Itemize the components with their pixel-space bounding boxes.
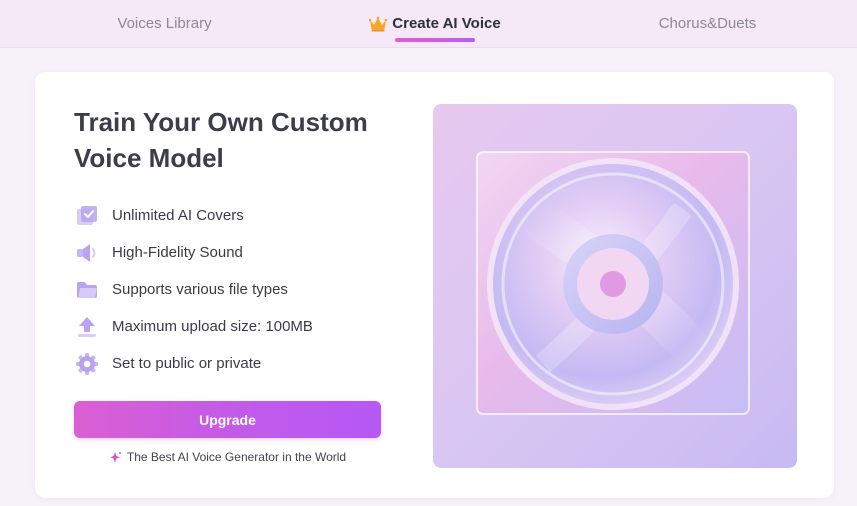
sparkle-icon xyxy=(109,451,122,464)
feature-label: High-Fidelity Sound xyxy=(112,244,243,261)
tab-chorus-duets[interactable]: Chorus&Duets xyxy=(605,0,810,47)
feature-item: Supports various file types xyxy=(74,271,394,308)
upload-icon xyxy=(74,314,100,340)
tab-chorus-duets-label: Chorus&Duets xyxy=(658,15,757,32)
active-tab-indicator xyxy=(395,38,475,42)
checkbox-icon xyxy=(74,203,100,229)
folder-icon xyxy=(74,277,100,303)
feature-label: Maximum upload size: 100MB xyxy=(112,318,313,335)
speaker-icon xyxy=(74,240,100,266)
feature-label: Supports various file types xyxy=(112,281,288,298)
feature-list: Unlimited AI Covers High-Fidelity Sound … xyxy=(74,197,394,382)
page-title: Train Your Own Custom Voice Model xyxy=(74,107,368,173)
feature-item: Set to public or private xyxy=(74,345,394,382)
upgrade-button[interactable]: Upgrade xyxy=(74,401,381,438)
tagline: The Best AI Voice Generator in the World xyxy=(74,450,381,464)
gear-icon xyxy=(74,351,100,377)
feature-item: High-Fidelity Sound xyxy=(74,234,394,271)
feature-label: Unlimited AI Covers xyxy=(112,207,244,224)
tab-voices-library-label: Voices Library xyxy=(117,15,212,32)
top-tab-bar: Voices Library Create AI Voice Chorus&Du… xyxy=(0,0,857,48)
vinyl-disc-illustration xyxy=(433,104,797,468)
tab-voices-library[interactable]: Voices Library xyxy=(62,0,267,47)
feature-item: Unlimited AI Covers xyxy=(74,197,394,234)
feature-label: Set to public or private xyxy=(112,355,262,372)
tagline-text: The Best AI Voice Generator in the World xyxy=(126,450,347,464)
crown-icon xyxy=(368,16,388,32)
feature-item: Maximum upload size: 100MB xyxy=(74,308,394,345)
tab-create-ai-voice-label: Create AI Voice xyxy=(392,15,501,32)
